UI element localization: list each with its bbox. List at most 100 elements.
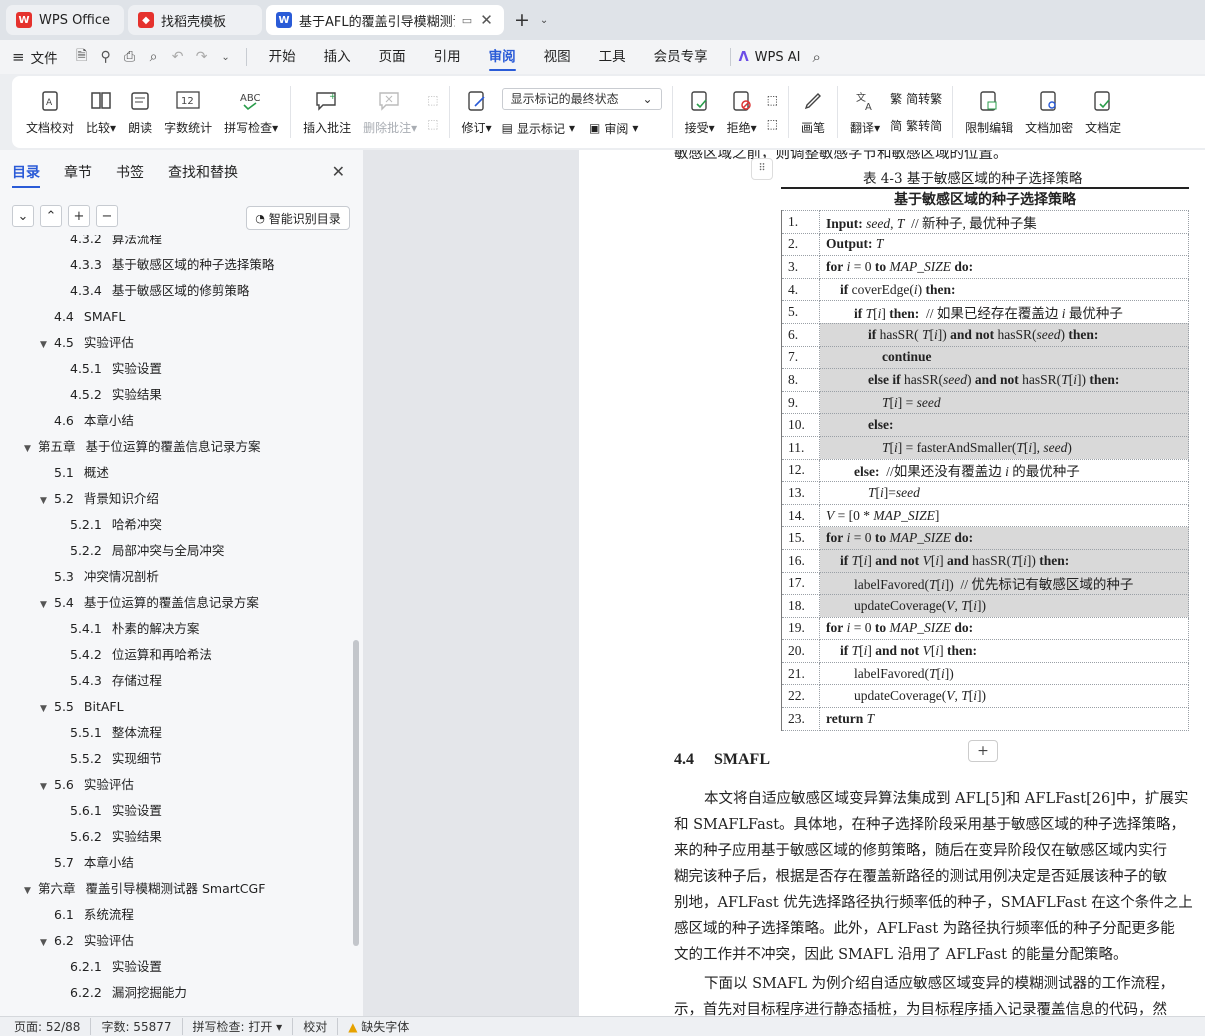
page-indicator[interactable]: 页面: 52/88 [14, 1018, 92, 1035]
previous-comment-icon[interactable]: ⬚ [427, 93, 438, 107]
tab-docer-templates[interactable]: ◆ 找稻壳模板 [128, 5, 262, 35]
expand-arrow-icon[interactable]: ▼ [40, 774, 54, 800]
menu-home[interactable]: 开始 [255, 40, 310, 74]
tab-wps-office[interactable]: W WPS Office [6, 5, 124, 35]
word-count-button[interactable]: 12 字数统计 [158, 80, 218, 144]
toc-item[interactable]: 5.5.1 整体流程 [70, 720, 162, 746]
missing-font-status[interactable]: ▲ 缺失字体 [338, 1018, 419, 1035]
toc-item[interactable]: 5.6.1 实验设置 [70, 798, 162, 824]
tab-document[interactable]: W 基于AFL的覆盖引导模糊测试优 ▭ ✕ [266, 5, 504, 35]
expand-arrow-icon[interactable]: ▼ [40, 332, 54, 358]
compare-button[interactable]: 比较▾ [80, 80, 122, 144]
toc-item[interactable]: 5.6.2 实验结果 [70, 824, 162, 850]
toc-item[interactable]: 5.7 本章小结 [54, 850, 134, 876]
toc-item[interactable]: ▼ 5.5 BitAFL [40, 694, 124, 720]
drag-handle-icon[interactable]: ⠿ [751, 158, 773, 180]
expand-arrow-icon[interactable]: ▼ [40, 488, 54, 514]
toc-item[interactable]: 5.1 概述 [54, 460, 109, 486]
spell-check-button[interactable]: ABC 拼写检查▾ [218, 80, 284, 144]
toc-item[interactable]: 4.3.2 算法流程 [70, 235, 162, 252]
toc-item[interactable]: 4.4 SMAFL [54, 304, 125, 330]
menu-view[interactable]: 视图 [530, 40, 585, 74]
toc-item[interactable]: ▼ 5.4 基于位运算的覆盖信息记录方案 [40, 590, 259, 616]
undo-icon[interactable]: ↶ [166, 45, 190, 69]
proof-status[interactable]: 校对 [293, 1018, 339, 1035]
close-icon[interactable]: ✕ [479, 11, 494, 29]
toc-item[interactable]: 6.2.2 漏洞挖掘能力 [70, 980, 187, 1006]
to-simplified-button[interactable]: 简繁转简 [890, 117, 942, 134]
toc-item[interactable]: 5.3 冲突情况剖析 [54, 564, 159, 590]
proofread-button[interactable]: A 文档校对 [20, 80, 80, 144]
encrypt-button[interactable]: 文档加密 [1019, 80, 1079, 144]
menu-member[interactable]: 会员专享 [640, 40, 722, 74]
screen-icon[interactable]: ▭ [462, 14, 472, 27]
toc-item[interactable]: ▼ 6.2 实验评估 [40, 928, 134, 954]
toc-item[interactable]: 4.3.4 基于敏感区域的修剪策略 [70, 278, 249, 304]
restrict-edit-button[interactable]: 限制编辑 [959, 80, 1019, 144]
new-tab-icon[interactable]: + [508, 9, 536, 31]
search-icon[interactable]: ⌕ [812, 48, 820, 66]
expand-arrow-icon[interactable]: ▼ [24, 436, 38, 462]
toc-item[interactable]: 4.6 本章小结 [54, 408, 134, 434]
toc-item[interactable]: 4.5.2 实验结果 [70, 382, 162, 408]
tab-bookmarks[interactable]: 书签 [116, 150, 152, 196]
toc-item[interactable]: ▼ 5.6 实验评估 [40, 772, 134, 798]
smart-toc-button[interactable]: ◔ 智能识别目录 [246, 206, 350, 230]
menu-insert[interactable]: 插入 [310, 40, 365, 74]
toc-item[interactable]: 4.3.3 基于敏感区域的种子选择策略 [70, 252, 274, 278]
toc-item[interactable]: 6.1 系统流程 [54, 902, 134, 928]
next-change-icon[interactable]: ⬚ [767, 117, 778, 131]
chevron-down-icon[interactable]: ⌄ [214, 45, 238, 69]
scrollbar[interactable] [353, 640, 359, 946]
toc-item[interactable]: 5.4.1 朴素的解决方案 [70, 616, 199, 642]
toc-item[interactable]: ▼ 5.2 背景知识介绍 [40, 486, 159, 512]
expand-arrow-icon[interactable]: ▼ [24, 878, 38, 904]
expand-arrow-icon[interactable]: ▼ [40, 592, 54, 618]
toc-item[interactable]: ▼ 第五章 基于位运算的覆盖信息记录方案 [24, 434, 261, 460]
menu-tools[interactable]: 工具 [585, 40, 640, 74]
spell-check-status[interactable]: 拼写检查: 打开 ▾ [183, 1018, 294, 1035]
next-comment-icon[interactable]: ⬚ [427, 117, 438, 131]
collapse-up-icon[interactable]: ⌃ [40, 205, 62, 227]
toc-item[interactable]: 4.5.1 实验设置 [70, 356, 162, 382]
hamburger-icon[interactable]: ≡ [12, 48, 25, 66]
translate-button[interactable]: 文A 翻译▾ [844, 80, 886, 144]
tab-find-replace[interactable]: 查找和替换 [168, 150, 246, 196]
toc-item[interactable]: 5.5.2 实现细节 [70, 746, 162, 772]
print-icon[interactable]: ⎙ [118, 45, 142, 69]
tab-toc[interactable]: 目录 [12, 150, 48, 196]
file-menu[interactable]: 文件 [31, 47, 58, 67]
toc-item[interactable]: ▼ 第六章 覆盖引导模糊测试器 SmartCGF [24, 876, 265, 902]
add-row-icon[interactable]: + [968, 740, 998, 762]
show-markup-button[interactable]: ▤ 显示标记 ▾ [502, 120, 575, 137]
pen-button[interactable]: 画笔 [795, 80, 831, 144]
tab-chapters[interactable]: 章节 [64, 150, 100, 196]
close-icon[interactable]: ✕ [332, 162, 345, 181]
chevron-down-icon[interactable]: ⌄ [540, 15, 548, 26]
review-pane-button[interactable]: ▣ 审阅 ▾ [589, 120, 638, 137]
menu-review[interactable]: 审阅 [475, 40, 530, 74]
toc-item[interactable]: ▼ 4.5 实验评估 [40, 330, 134, 356]
menu-page[interactable]: 页面 [365, 40, 420, 74]
delete-comment-button[interactable]: 删除批注▾ [357, 80, 423, 144]
read-aloud-button[interactable]: 朗读 [122, 80, 158, 144]
previous-change-icon[interactable]: ⬚ [767, 93, 778, 107]
to-traditional-button[interactable]: 繁简转繁 [890, 90, 942, 107]
menu-references[interactable]: 引用 [420, 40, 475, 74]
save-icon[interactable]: 🗎 [70, 45, 94, 69]
add-heading-icon[interactable]: + [68, 205, 90, 227]
expand-arrow-icon[interactable]: ▼ [40, 696, 54, 722]
toc-item[interactable]: 5.4.2 位运算和再哈希法 [70, 642, 212, 668]
print-preview-icon[interactable]: ⌕ [142, 45, 166, 69]
toc-item[interactable]: 5.4.3 存储过程 [70, 668, 162, 694]
collapse-down-icon[interactable]: ⌄ [12, 205, 34, 227]
revise-button[interactable]: 修订▾ [456, 80, 498, 144]
accept-button[interactable]: 接受▾ [679, 80, 721, 144]
wps-ai-button[interactable]: WPS AI [755, 50, 801, 65]
insert-comment-button[interactable]: + 插入批注 [297, 80, 357, 144]
word-count[interactable]: 字数: 55877 [91, 1018, 183, 1035]
finalize-button[interactable]: 文档定 [1079, 80, 1127, 144]
link-icon[interactable]: ⚲ [94, 45, 118, 69]
expand-arrow-icon[interactable]: ▼ [40, 930, 54, 956]
redo-icon[interactable]: ↷ [190, 45, 214, 69]
